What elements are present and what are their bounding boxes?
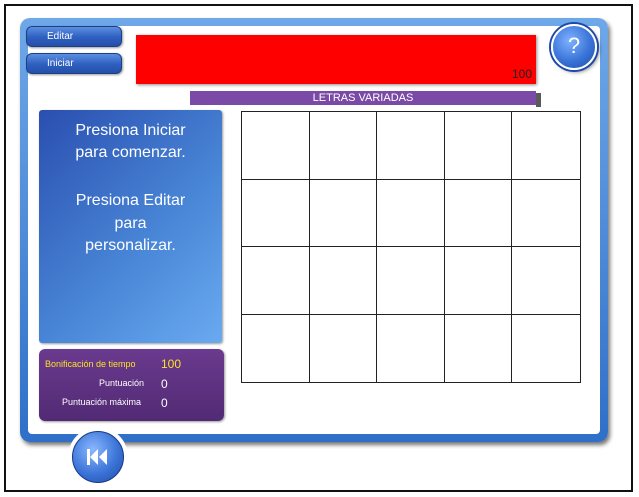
rewind-icon	[87, 449, 107, 465]
score-panel: Bonificación de tiempo 100 Puntuación 0 …	[39, 349, 224, 421]
instruction-line: para	[114, 215, 147, 232]
board-cell[interactable]	[309, 247, 378, 315]
score-label: Puntuación	[99, 378, 145, 388]
instruction-line: personalizar.	[85, 237, 176, 254]
board-cell[interactable]	[444, 314, 513, 382]
board-cell[interactable]	[377, 179, 445, 247]
board-cell[interactable]	[242, 112, 310, 180]
max-score-value: 0	[161, 396, 168, 410]
board-cell[interactable]	[309, 179, 378, 247]
score-value: 0	[161, 377, 168, 391]
board-cell[interactable]	[444, 112, 513, 180]
letter-board	[241, 111, 581, 383]
board-cell[interactable]	[377, 247, 445, 315]
help-button[interactable]: ?	[551, 24, 597, 70]
board-cell[interactable]	[242, 247, 310, 315]
board-cell[interactable]	[512, 112, 580, 180]
edit-button[interactable]: Editar	[26, 26, 122, 47]
rewind-button-face[interactable]	[72, 431, 124, 483]
question-mark-icon: ?	[567, 33, 581, 58]
instructions-panel: Presiona Iniciar para comenzar. Presiona…	[39, 110, 222, 343]
board-cell[interactable]	[512, 179, 580, 247]
board-cell[interactable]	[444, 179, 513, 247]
board-cell[interactable]	[309, 112, 378, 180]
instruction-line: Presiona Editar	[75, 192, 186, 209]
time-bonus-label: Bonificación de tiempo	[45, 359, 136, 369]
timer-bar: 100	[136, 35, 536, 84]
time-bonus-value: 100	[161, 357, 182, 371]
game-title: LETRAS VARIADAS	[190, 91, 541, 107]
timer-value: 100	[511, 67, 532, 81]
board-cell[interactable]	[242, 179, 310, 247]
start-button[interactable]: Iniciar	[26, 53, 122, 74]
board-cell[interactable]	[512, 247, 580, 315]
board-cell[interactable]	[377, 112, 445, 180]
rewind-button[interactable]	[68, 427, 128, 487]
board-cell[interactable]	[444, 247, 513, 315]
max-score-label: Puntuación máxima	[62, 397, 142, 407]
board-cell[interactable]	[512, 314, 580, 382]
board-cell[interactable]	[377, 314, 445, 382]
board-cell[interactable]	[309, 314, 378, 382]
instruction-line: para comenzar.	[75, 144, 186, 161]
board-cell[interactable]	[242, 314, 310, 382]
instruction-line: Presiona Iniciar	[75, 122, 186, 139]
